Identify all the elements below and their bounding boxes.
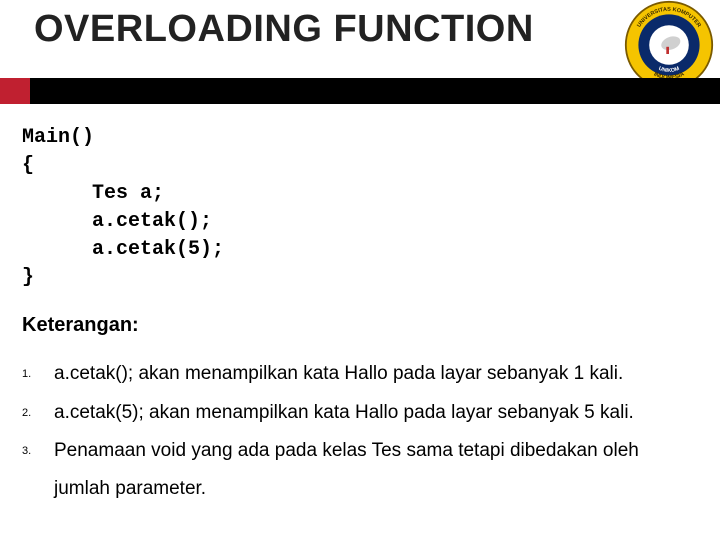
page-title: OVERLOADING FUNCTION [34,8,720,51]
list-item: 2. a.cetak(5); akan menampilkan kata Hal… [22,394,698,433]
list-text: a.cetak(5); akan menampilkan kata Hallo … [54,394,698,432]
list-text: a.cetak(); akan menampilkan kata Hallo p… [54,355,698,393]
list-item: 1. a.cetak(); akan menampilkan kata Hall… [22,355,698,394]
code-line: Main() [22,124,720,152]
list-number: 2. [22,394,34,433]
code-line: { [22,152,720,180]
code-block: Main() { Tes a; a.cetak(); a.cetak(5); } [0,104,720,292]
list-number: 3. [22,432,34,471]
list-item: 3. Penamaan void yang ada pada kelas Tes… [22,432,698,508]
accent-band [0,78,720,104]
code-line: a.cetak(); [22,208,720,236]
list-text: Penamaan void yang ada pada kelas Tes sa… [54,432,698,508]
notes-heading: Keterangan: [0,292,720,337]
list-number: 1. [22,355,34,394]
code-line: Tes a; [22,180,720,208]
university-logo: UNIVERSITAS KOMPUTER INDONESIA UNIKOM [624,0,714,90]
code-line: } [22,264,720,292]
notes-list: 1. a.cetak(); akan menampilkan kata Hall… [0,337,720,508]
code-line: a.cetak(5); [22,236,720,264]
